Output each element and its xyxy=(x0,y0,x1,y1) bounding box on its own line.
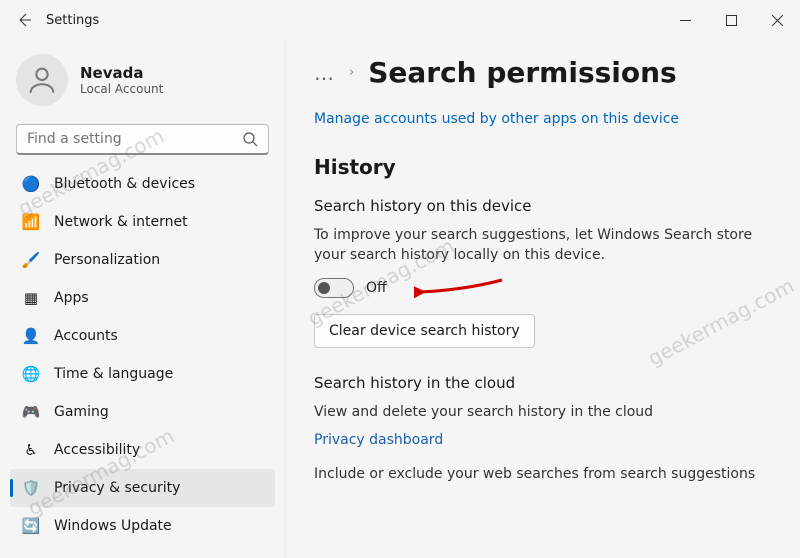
sidebar-item-accessibility[interactable]: ♿ Accessibility xyxy=(10,431,275,469)
sidebar: Nevada Local Account 🔵 Bluetooth & device… xyxy=(0,40,285,558)
nav-icon: ▦ xyxy=(22,289,40,307)
page-title: Search permissions xyxy=(368,56,677,89)
search-icon xyxy=(242,131,258,147)
sidebar-item-label: Gaming xyxy=(54,404,109,420)
cloud-history-heading: Search history in the cloud xyxy=(314,374,776,392)
sidebar-item-accounts[interactable]: 👤 Accounts xyxy=(10,317,275,355)
sidebar-item-label: Privacy & security xyxy=(54,480,180,496)
maximize-button[interactable] xyxy=(708,0,754,40)
nav-icon: 🌐 xyxy=(22,365,40,383)
nav-icon: ♿ xyxy=(22,441,40,459)
device-history-desc: To improve your search suggestions, let … xyxy=(314,225,774,266)
nav-icon: 👤 xyxy=(22,327,40,345)
history-toggle-label: Off xyxy=(366,280,387,296)
chevron-right-icon: › xyxy=(349,65,354,80)
search-input[interactable] xyxy=(27,131,242,147)
privacy-dashboard-link[interactable]: Privacy dashboard xyxy=(314,432,443,448)
breadcrumb-more-icon[interactable]: … xyxy=(314,61,335,85)
back-button[interactable] xyxy=(8,4,40,36)
sidebar-item-label: Windows Update xyxy=(54,518,172,534)
annotation-arrow xyxy=(414,274,504,304)
nav-list: 🔵 Bluetooth & devices 📶 Network & internet 🖌… xyxy=(10,165,275,558)
profile-name: Nevada xyxy=(80,64,163,82)
manage-accounts-link[interactable]: Manage accounts used by other apps on th… xyxy=(314,111,679,127)
main-content: … › Search permissions Manage accounts u… xyxy=(285,40,800,558)
nav-icon: 🔄 xyxy=(22,517,40,535)
nav-icon: 🖌️ xyxy=(22,251,40,269)
sidebar-item-time-language[interactable]: 🌐 Time & language xyxy=(10,355,275,393)
avatar xyxy=(16,54,68,106)
history-toggle[interactable] xyxy=(314,278,354,298)
sidebar-item-gaming[interactable]: 🎮 Gaming xyxy=(10,393,275,431)
sidebar-item-label: Apps xyxy=(54,290,89,306)
device-history-heading: Search history on this device xyxy=(314,197,776,215)
nav-icon: 📶 xyxy=(22,213,40,231)
nav-icon: 🛡️ xyxy=(22,479,40,497)
nav-icon: 🔵 xyxy=(22,175,40,193)
sidebar-item-network-internet[interactable]: 📶 Network & internet xyxy=(10,203,275,241)
sidebar-item-label: Network & internet xyxy=(54,214,188,230)
profile-block[interactable]: Nevada Local Account xyxy=(10,48,275,124)
sidebar-item-label: Personalization xyxy=(54,252,160,268)
minimize-button[interactable] xyxy=(662,0,708,40)
search-box[interactable] xyxy=(16,124,269,155)
breadcrumb: … › Search permissions xyxy=(314,56,776,89)
clear-history-button[interactable]: Clear device search history xyxy=(314,314,535,348)
cloud-history-desc: View and delete your search history in t… xyxy=(314,402,774,422)
sidebar-item-personalization[interactable]: 🖌️ Personalization xyxy=(10,241,275,279)
sidebar-item-label: Accessibility xyxy=(54,442,140,458)
history-heading: History xyxy=(314,155,776,179)
sidebar-item-bluetooth-devices[interactable]: 🔵 Bluetooth & devices xyxy=(10,165,275,203)
profile-sub: Local Account xyxy=(80,82,163,96)
sidebar-item-windows-update[interactable]: 🔄 Windows Update xyxy=(10,507,275,545)
sidebar-item-label: Time & language xyxy=(54,366,173,382)
sidebar-item-apps[interactable]: ▦ Apps xyxy=(10,279,275,317)
include-exclude-desc: Include or exclude your web searches fro… xyxy=(314,464,774,484)
window-title: Settings xyxy=(46,13,99,28)
sidebar-item-label: Bluetooth & devices xyxy=(54,176,195,192)
close-button[interactable] xyxy=(754,0,800,40)
sidebar-item-label: Accounts xyxy=(54,328,118,344)
nav-icon: 🎮 xyxy=(22,403,40,421)
sidebar-item-privacy-security[interactable]: 🛡️ Privacy & security xyxy=(10,469,275,507)
